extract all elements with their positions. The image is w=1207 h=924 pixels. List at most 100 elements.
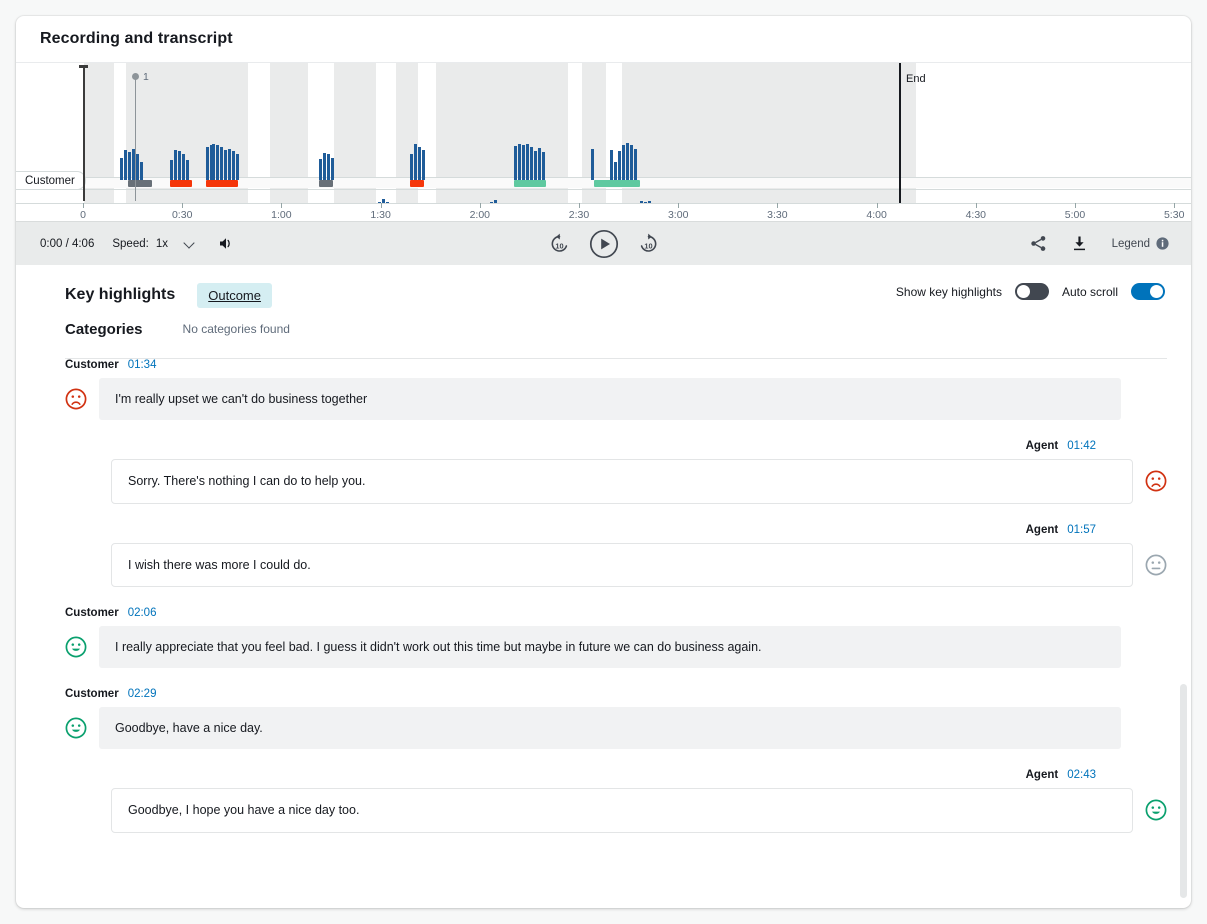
page-title: Recording and transcript [40, 30, 233, 47]
transcript-turn[interactable]: Customer 02:06 I really appreciate that … [65, 607, 1167, 668]
axis-tick-label: 0:30 [171, 209, 193, 221]
speed-value: 1x [155, 237, 168, 250]
turn-text: I wish there was more I could do. [111, 542, 1133, 587]
auto-scroll-label: Auto scroll [1061, 284, 1118, 299]
waveform-bar [514, 146, 517, 180]
turn-speaker: Customer [65, 359, 119, 371]
time-axis: 0 0:30 1:00 1:30 2:00 2:30 3:00 3:30 4:00 4:30 5:0… [16, 203, 1191, 221]
waveform-bar [206, 147, 209, 180]
waveform-bar [174, 150, 177, 180]
waveform-panel[interactable]: Customer Agent 1 End 00:301:001:302:002:… [16, 63, 1191, 221]
marker-label-1: 1 [143, 71, 149, 83]
turn-timestamp[interactable]: 02:43 [1067, 769, 1096, 781]
show-key-highlights-toggle[interactable] [1014, 283, 1049, 300]
svg-text:10: 10 [555, 242, 563, 251]
waveform-bar [220, 147, 223, 180]
sentiment-segment-pos[interactable] [514, 180, 546, 187]
transcript-turn[interactable]: Agent 01:42 Sorry. There's nothing I can… [65, 440, 1167, 504]
chevron-down-icon[interactable] [184, 238, 196, 250]
sentiment-segment-neu[interactable] [128, 180, 152, 187]
axis-tick [281, 203, 283, 208]
sentiment-neutral-icon [1145, 554, 1167, 576]
turn-body: I wish there was more I could do. [65, 542, 1167, 587]
sentiment-segment-neg[interactable] [206, 180, 238, 187]
key-highlights-title: Key highlights [65, 286, 176, 303]
sentiment-positive-icon [65, 636, 87, 658]
waveform-bar [216, 145, 219, 180]
waveform-bar [522, 145, 525, 180]
transcript-turn[interactable]: Customer 02:29 Goodbye, have a nice day. [65, 688, 1167, 750]
turn-body: Sorry. There's nothing I can do to help … [65, 459, 1167, 504]
turn-timestamp[interactable]: 01:42 [1067, 440, 1096, 452]
sentiment-segment-neg[interactable] [170, 180, 192, 187]
sentiment-positive-icon [65, 717, 87, 739]
info-icon [1156, 237, 1169, 250]
transcript-turn[interactable]: Agent 02:43 Goodbye, I hope you have a n… [65, 769, 1167, 833]
axis-tick [1174, 203, 1176, 208]
turn-timestamp[interactable]: 02:06 [128, 607, 157, 619]
transport-controls: 10 10 [548, 229, 660, 259]
turn-body: Goodbye, I hope you have a nice day too. [65, 788, 1167, 833]
waveform-bar [120, 158, 123, 180]
turn-meta: Agent 01:57 [65, 524, 1167, 536]
waveform-bar [224, 150, 227, 180]
turn-text: I'm really upset we can't do business to… [99, 378, 1121, 421]
sentiment-segment-neu[interactable] [319, 180, 333, 187]
outcome-tab[interactable]: Outcome [197, 282, 272, 308]
turn-text: Sorry. There's nothing I can do to help … [111, 459, 1133, 504]
legend-label: Legend [1111, 237, 1150, 250]
marker-dot-1[interactable] [132, 73, 139, 80]
waveform-bar [534, 151, 537, 180]
sentiment-segment-neg[interactable] [410, 180, 424, 187]
rewind-10-button[interactable]: 10 [548, 232, 571, 255]
legend-button[interactable]: Legend [1112, 237, 1169, 250]
download-icon[interactable] [1071, 235, 1088, 252]
forward-10-button[interactable]: 10 [637, 232, 660, 255]
highlight-toggles: Show key highlights Auto scroll [896, 283, 1165, 300]
key-highlights-header: Key highlights Outcome Show key highligh… [40, 265, 1167, 311]
recording-transcript-card: Recording and transcript Customer Agent … [16, 16, 1191, 908]
categories-row: Categories No categories found [65, 311, 1167, 347]
share-icon[interactable] [1030, 235, 1047, 252]
waveform-bar [530, 147, 533, 180]
sentiment-negative-icon [65, 388, 87, 410]
axis-tick [380, 203, 382, 208]
axis-tick [479, 203, 481, 208]
play-button[interactable] [589, 229, 619, 259]
waveform-bar [236, 154, 239, 180]
transcript-scrollbar[interactable] [1180, 684, 1187, 898]
axis-tick-label: 0 [80, 209, 86, 221]
lane-label-customer: Customer [16, 171, 86, 190]
turn-timestamp[interactable]: 02:29 [128, 688, 157, 700]
outcome-label: Outcome [208, 287, 261, 303]
turn-timestamp[interactable]: 01:57 [1067, 524, 1096, 536]
auto-scroll-toggle[interactable] [1131, 283, 1165, 300]
waveform-bar [542, 152, 545, 180]
controls-right-group: Legend [1030, 235, 1169, 252]
transcript-turn[interactable]: Agent 01:57 I wish there was more I coul… [65, 524, 1167, 587]
sentiment-segment-pos[interactable] [594, 180, 640, 187]
waveform-bar [634, 149, 637, 180]
axis-tick-label: 5:00 [1064, 209, 1086, 221]
volume-icon[interactable] [218, 236, 235, 251]
transcript-turn[interactable]: Customer 01:34 I'm really upset we can't… [65, 359, 1167, 421]
axis-tick [876, 203, 878, 208]
lane-divider-mid [16, 189, 1191, 190]
turn-text: Goodbye, have a nice day. [99, 707, 1121, 750]
waveform-bar [526, 144, 529, 180]
turn-timestamp[interactable]: 01:34 [128, 359, 157, 371]
turn-meta: Agent 01:42 [65, 440, 1167, 452]
waveform-bar [538, 148, 541, 180]
waveform-bar [630, 145, 633, 180]
waveform-bar [414, 144, 417, 180]
waveform-bar [212, 144, 215, 180]
waveform-bar [140, 162, 143, 180]
waveform-bar [327, 154, 330, 180]
waveform-bar [228, 149, 231, 180]
playhead[interactable] [83, 65, 85, 201]
marker-line-1 [135, 75, 137, 201]
waveform-bar [186, 160, 189, 180]
toggle-knob [1016, 285, 1030, 298]
lane-divider-top [16, 177, 1191, 178]
turn-meta: Customer 01:34 [65, 359, 1167, 371]
